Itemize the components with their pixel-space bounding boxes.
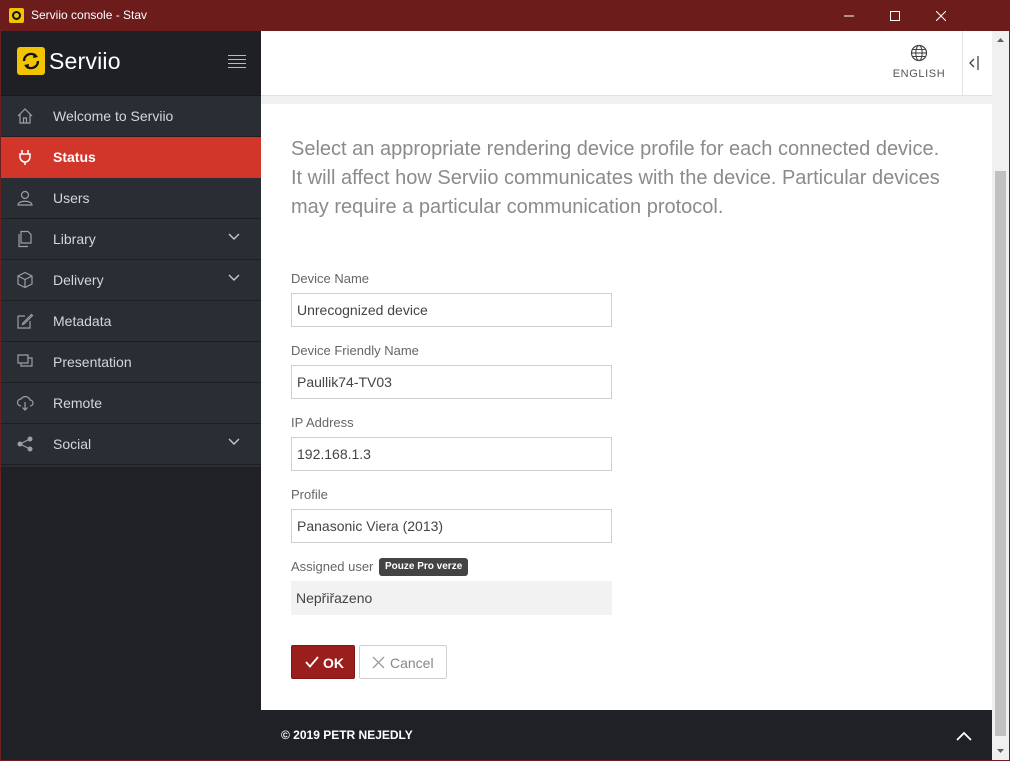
sidebar-item-welcome[interactable]: Welcome to Serviio: [1, 96, 261, 137]
globe-icon: [910, 44, 928, 62]
sidebar-item-label: Presentation: [53, 354, 132, 370]
serviio-app-icon: [9, 8, 24, 23]
ok-button-label: OK: [323, 655, 344, 671]
cancel-button-label: Cancel: [390, 655, 434, 671]
brand-name: Serviio: [49, 48, 121, 74]
sidebar-item-metadata[interactable]: Metadata: [1, 301, 261, 342]
serviio-logo-icon: [17, 47, 45, 75]
plug-icon: [19, 150, 31, 165]
scrollbar-thumb[interactable]: [995, 171, 1006, 736]
collapse-panel-button[interactable]: [965, 54, 987, 72]
chevron-down-icon: [228, 438, 240, 445]
edit-icon: [17, 313, 34, 329]
sidebar-item-label: Users: [53, 190, 90, 206]
window-title: Serviio console - Stav: [31, 8, 148, 22]
scroll-to-top-button[interactable]: [955, 729, 973, 741]
sidebar-item-label: Status: [53, 149, 96, 165]
cube-icon: [17, 271, 33, 289]
minimize-icon: [844, 15, 854, 16]
close-icon: [936, 10, 946, 21]
assigned-user-field: Nepřiřazeno: [291, 581, 612, 615]
hamburger-icon: [228, 55, 246, 56]
page-footer: © 2019 PETR NEJEDLY: [261, 710, 992, 760]
share-icon: [17, 436, 33, 452]
close-icon: [372, 656, 385, 669]
ip-address-input[interactable]: [291, 437, 612, 471]
copyright-text: © 2019 PETR NEJEDLY: [281, 728, 413, 742]
friendly-name-input[interactable]: [291, 365, 612, 399]
top-bar: ENGLISH: [261, 31, 992, 96]
sidebar-item-label: Delivery: [53, 272, 104, 288]
language-selector[interactable]: ENGLISH: [887, 44, 951, 80]
brand-header: Serviio: [1, 31, 261, 96]
cloud-icon: [16, 396, 34, 411]
sidebar-item-label: Metadata: [53, 313, 112, 329]
home-icon: [17, 108, 33, 124]
hamburger-line: [228, 63, 246, 64]
sidebar-item-social[interactable]: Social: [1, 424, 261, 465]
language-label: ENGLISH: [892, 68, 946, 80]
profile-label: Profile: [291, 487, 328, 502]
files-icon: [18, 230, 32, 248]
hamburger-line: [228, 67, 246, 68]
device-name-input[interactable]: [291, 293, 612, 327]
presentation-icon: [17, 354, 33, 367]
topbar-divider: [962, 31, 963, 96]
user-icon: [17, 190, 33, 206]
intro-text: Select an appropriate rendering device p…: [291, 138, 940, 218]
ok-button[interactable]: OK: [291, 645, 355, 679]
assigned-user-label: Assigned user: [291, 559, 374, 574]
header-shadow-strip: [261, 96, 992, 104]
sidebar-item-library[interactable]: Library: [1, 219, 261, 260]
sidebar-item-users[interactable]: Users: [1, 178, 261, 219]
vertical-scrollbar[interactable]: [992, 31, 1009, 760]
sidebar-item-label: Library: [53, 231, 96, 247]
window-titlebar: Serviio console - Stav: [0, 0, 1010, 31]
profile-select[interactable]: Panasonic Viera (2013): [291, 509, 612, 543]
sidebar-item-label: Welcome to Serviio: [53, 108, 174, 124]
sidebar-item-status[interactable]: Status: [1, 137, 261, 178]
chevron-up-icon: [956, 731, 972, 741]
sidebar: Serviio Welcome to Serviio Status Users …: [1, 31, 261, 760]
friendly-name-label: Device Friendly Name: [291, 343, 419, 358]
sidebar-item-label: Remote: [53, 395, 103, 411]
scroll-up-arrow-icon[interactable]: [996, 36, 1005, 45]
menu-toggle-button[interactable]: [228, 55, 246, 68]
chevron-down-icon: [228, 233, 240, 240]
ip-address-label: IP Address: [291, 415, 354, 430]
check-icon: [305, 656, 319, 668]
hamburger-line: [228, 59, 246, 60]
collapse-left-icon: [969, 56, 979, 70]
maximize-icon: [890, 10, 900, 21]
main-content: ENGLISH Select an appropriate rendering …: [261, 31, 992, 760]
minimize-button[interactable]: [826, 0, 872, 31]
sidebar-item-label: Social: [53, 436, 92, 452]
close-window-button[interactable]: [918, 0, 964, 31]
sidebar-empty-area: [1, 467, 261, 760]
scroll-down-arrow-icon[interactable]: [996, 746, 1005, 755]
cancel-button[interactable]: Cancel: [359, 645, 447, 679]
device-name-label: Device Name: [291, 271, 370, 286]
chevron-down-icon: [228, 274, 240, 281]
sidebar-item-remote[interactable]: Remote: [1, 383, 261, 424]
sidebar-item-presentation[interactable]: Presentation: [1, 342, 261, 383]
maximize-button[interactable]: [872, 0, 918, 31]
sidebar-item-delivery[interactable]: Delivery: [1, 260, 261, 301]
pro-version-badge: Pouze Pro verze: [379, 558, 469, 576]
sidebar-nav: Welcome to Serviio Status Users Library …: [1, 96, 261, 465]
